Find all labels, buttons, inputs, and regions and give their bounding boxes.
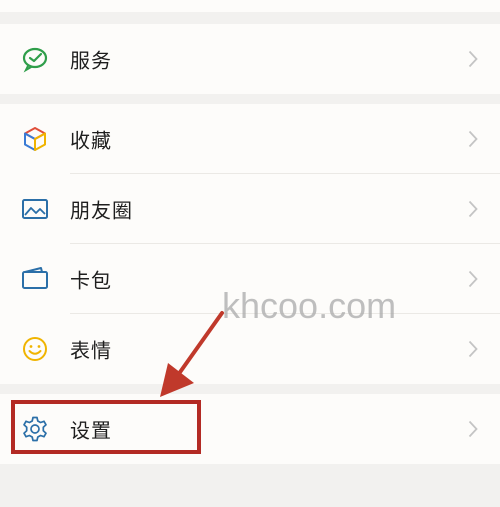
chevron-right-icon <box>468 420 478 438</box>
top-menu-section <box>0 0 500 12</box>
menu-item-label: 收藏 <box>70 128 112 153</box>
chevron-right-icon <box>468 200 478 218</box>
wechat-pay-check-icon <box>21 45 49 73</box>
services-section: 服务 <box>0 24 500 94</box>
watermark-text: khcoo.com <box>222 285 397 326</box>
menu-item-services[interactable]: 服务 <box>0 24 500 94</box>
chevron-right-icon <box>468 50 478 68</box>
card-wallet-icon <box>21 265 49 293</box>
chevron-right-icon <box>468 270 478 288</box>
menu-item-moments[interactable]: 朋友圈 <box>0 174 500 244</box>
chevron-right-icon <box>468 130 478 148</box>
menu-item-label: 表情 <box>70 338 112 363</box>
annotation-arrow <box>160 311 224 397</box>
menu-item-label: 卡包 <box>70 268 112 293</box>
main-menu-section: 收藏 朋友圈 卡包 表情 <box>0 104 500 384</box>
menu-item-label: 朋友圈 <box>70 198 133 223</box>
chevron-right-icon <box>468 340 478 358</box>
moments-image-icon <box>21 195 49 223</box>
menu-item-label: 服务 <box>70 48 112 73</box>
menu-item-favorites[interactable]: 收藏 <box>0 104 500 174</box>
emoji-smile-icon <box>21 335 49 363</box>
favorites-cube-icon <box>21 125 49 153</box>
settings-highlight-box <box>11 400 201 454</box>
